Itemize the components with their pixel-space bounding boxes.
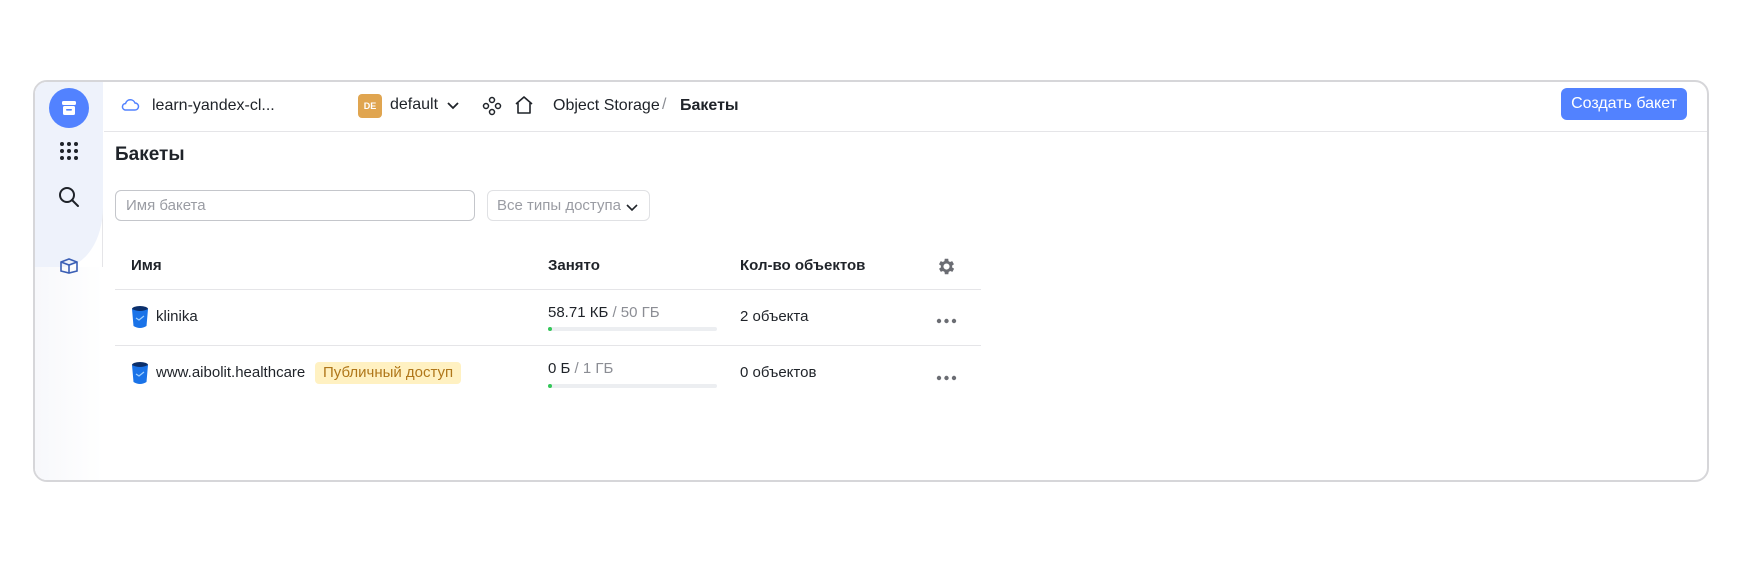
usage-total: / 50 ГБ <box>608 304 660 321</box>
breadcrumb-object-storage[interactable]: Object Storage <box>553 97 660 115</box>
folder-avatar: DE <box>358 94 382 118</box>
column-header-objects[interactable]: Кол-во объектов <box>740 257 865 274</box>
breadcrumb-current: Бакеты <box>680 97 739 114</box>
usage-progress-bar <box>548 384 717 388</box>
bucket-icon <box>131 305 149 334</box>
usage-used: 0 Б <box>548 360 571 377</box>
usage-text: 58.71 КБ / 50 ГБ <box>548 304 660 321</box>
more-dots-icon[interactable] <box>936 312 957 330</box>
access-type-select-value: Все типы доступа <box>497 197 621 214</box>
create-bucket-button[interactable]: Создать бакет <box>1561 88 1687 120</box>
usage-progress-bar <box>548 327 717 331</box>
search-icon[interactable] <box>35 182 103 212</box>
column-header-name[interactable]: Имя <box>131 257 162 274</box>
public-access-badge: Публичный доступ <box>315 362 462 384</box>
object-count: 0 объектов <box>740 364 817 381</box>
package-icon[interactable] <box>35 254 103 278</box>
usage-used: 58.71 КБ <box>548 304 609 321</box>
table-divider <box>115 289 981 290</box>
column-header-used[interactable]: Занято <box>548 257 600 274</box>
object-storage-logo-icon <box>49 88 89 128</box>
all-services-grid-icon[interactable] <box>35 136 103 166</box>
more-dots-icon[interactable] <box>936 369 957 387</box>
home-icon[interactable] <box>514 95 534 120</box>
folder-selector[interactable]: default <box>390 96 438 114</box>
usage-total: / 1 ГБ <box>570 360 614 377</box>
service-logo-button[interactable] <box>35 86 103 130</box>
bucket-name-link[interactable]: klinika <box>156 308 198 325</box>
page-title: Бакеты <box>115 144 185 165</box>
cloud-icon <box>120 97 140 118</box>
bucket-name-link[interactable]: www.aibolit.healthcare <box>156 364 305 381</box>
bucket-name-search-input[interactable] <box>115 190 475 221</box>
breadcrumb-separator: / <box>662 96 667 113</box>
usage-progress-fill <box>548 384 552 388</box>
chevron-down-icon <box>625 200 639 217</box>
settings-gear-icon[interactable] <box>936 256 957 282</box>
cloud-selector[interactable]: learn-yandex-cl... <box>152 97 275 115</box>
access-type-select[interactable]: Все типы доступа <box>487 190 650 221</box>
usage-text: 0 Б / 1 ГБ <box>548 360 613 377</box>
chevron-down-icon[interactable] <box>446 98 460 116</box>
console-window: learn-yandex-cl... DE default Object Sto… <box>33 80 1709 482</box>
left-rail <box>35 82 103 480</box>
usage-progress-fill <box>548 327 552 331</box>
top-bar: learn-yandex-cl... DE default Object Sto… <box>104 82 1707 132</box>
services-icon[interactable] <box>482 96 502 121</box>
table-divider <box>115 345 981 346</box>
object-count: 2 объекта <box>740 308 809 325</box>
bucket-icon <box>131 361 149 390</box>
